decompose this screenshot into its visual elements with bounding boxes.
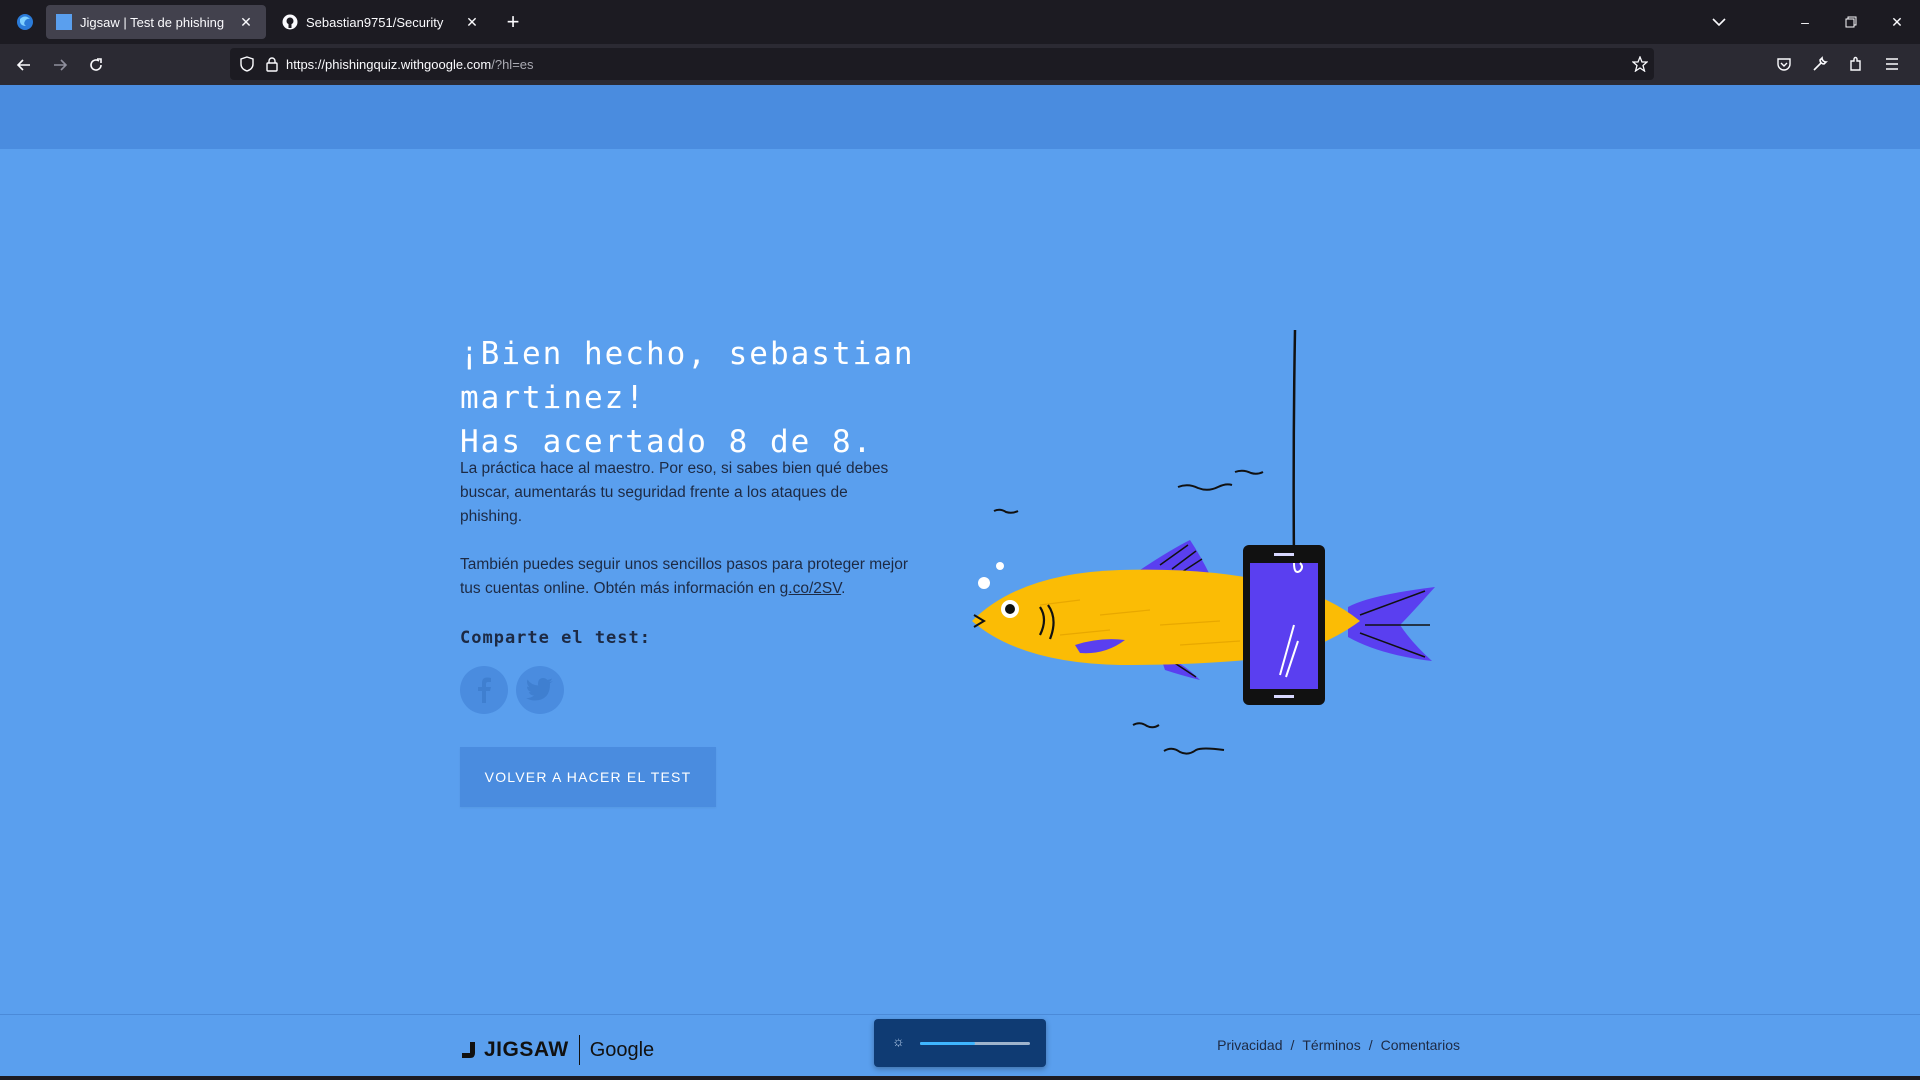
share-title: Comparte el test: xyxy=(460,628,651,648)
fish-body xyxy=(972,569,1290,665)
url-text: https://phishingquiz.withgoogle.com/?hl=… xyxy=(286,57,534,72)
steps-paragraph: También puedes seguir unos sencillos pas… xyxy=(460,553,910,601)
headline-congrats: ¡Bien hecho, sebastian martinez! xyxy=(460,336,915,416)
tab-bar: Jigsaw | Test de phishing ✕ Sebastian975… xyxy=(0,0,1920,44)
hamburger-menu-icon[interactable] xyxy=(1874,48,1910,80)
close-tab-icon[interactable]: ✕ xyxy=(462,12,482,32)
minimize-icon[interactable]: – xyxy=(1782,0,1828,44)
jigsaw-google-logo[interactable]: JIGSAW Google xyxy=(460,1035,654,1065)
navigation-toolbar: https://phishingquiz.withgoogle.com/?hl=… xyxy=(0,44,1920,85)
water-squiggle xyxy=(993,508,1019,514)
wrench-icon[interactable] xyxy=(1802,48,1838,80)
fish-tail-fin xyxy=(1348,587,1435,661)
facebook-share-button[interactable] xyxy=(460,666,508,714)
lock-icon[interactable] xyxy=(266,56,278,72)
privacy-link[interactable]: Privacidad xyxy=(1217,1037,1282,1053)
github-favicon-icon xyxy=(282,14,298,30)
brightness-sun-icon: ☼ xyxy=(892,1033,905,1049)
close-window-icon[interactable]: ✕ xyxy=(1874,0,1920,44)
footer-links: Privacidad / Términos / Comentarios xyxy=(1217,1037,1460,1053)
reload-icon[interactable] xyxy=(78,49,114,81)
jigsaw-favicon-icon xyxy=(56,14,72,30)
tab-title: Jigsaw | Test de phishing xyxy=(80,14,225,30)
tab-jigsaw[interactable]: Jigsaw | Test de phishing ✕ xyxy=(46,5,266,39)
phone-screen xyxy=(1250,563,1318,689)
restore-icon[interactable] xyxy=(1828,0,1874,44)
jigsaw-logo-icon xyxy=(462,1042,475,1058)
feedback-link[interactable]: Comentarios xyxy=(1381,1037,1460,1053)
bookmark-star-icon[interactable] xyxy=(1632,56,1648,72)
tab-title: Sebastian9751/Security xyxy=(306,14,444,30)
tracking-protection-shield-icon[interactable] xyxy=(240,56,254,72)
2sv-link[interactable]: g.co/2SV xyxy=(780,580,841,597)
pocket-icon[interactable] xyxy=(1766,48,1802,80)
close-tab-icon[interactable]: ✕ xyxy=(236,12,256,32)
firefox-menu-icon[interactable] xyxy=(0,0,50,44)
brightness-popup: ☼ xyxy=(874,1019,1046,1067)
forward-arrow-icon[interactable] xyxy=(42,49,78,81)
page-header-bar xyxy=(0,85,1920,149)
water-squiggle xyxy=(1234,469,1264,475)
link-separator: / xyxy=(1290,1037,1295,1053)
jigsaw-wordmark: JIGSAW xyxy=(484,1038,569,1061)
bubble xyxy=(978,577,990,589)
result-headline: ¡Bien hecho, sebastian martinez! Has ace… xyxy=(460,332,930,464)
list-tabs-chevron-icon[interactable] xyxy=(1696,0,1742,44)
extensions-icon[interactable] xyxy=(1838,48,1874,80)
link-separator: / xyxy=(1368,1037,1373,1053)
retry-quiz-button[interactable]: VOLVER A HACER EL TEST xyxy=(460,747,716,807)
twitter-icon xyxy=(526,678,553,701)
google-wordmark: Google xyxy=(589,1038,655,1061)
address-bar[interactable]: https://phishingquiz.withgoogle.com/?hl=… xyxy=(230,48,1654,80)
water-squiggle xyxy=(1177,483,1233,491)
url-path: /?hl=es xyxy=(491,56,534,72)
fishing-line xyxy=(1292,329,1297,566)
brightness-slider[interactable] xyxy=(920,1042,1030,1045)
bubble xyxy=(996,562,1004,570)
url-host: https://phishingquiz.withgoogle.com xyxy=(286,56,492,72)
practice-paragraph: La práctica hace al maestro. Por eso, si… xyxy=(460,460,889,525)
facebook-icon xyxy=(478,677,491,703)
fish-phone-illustration xyxy=(972,329,1435,755)
twitter-share-button[interactable] xyxy=(516,666,564,714)
steps-end: . xyxy=(841,580,846,597)
water-squiggle xyxy=(1132,722,1160,729)
back-arrow-icon[interactable] xyxy=(6,49,42,81)
window-bottom-edge xyxy=(0,1076,1920,1080)
brightness-slider-fill xyxy=(920,1042,975,1045)
logo-divider xyxy=(578,1035,580,1065)
water-squiggle xyxy=(1163,747,1225,755)
terms-link[interactable]: Términos xyxy=(1302,1037,1360,1053)
tab-github[interactable]: Sebastian9751/Security ✕ xyxy=(272,5,492,39)
new-tab-icon[interactable]: + xyxy=(498,7,528,37)
